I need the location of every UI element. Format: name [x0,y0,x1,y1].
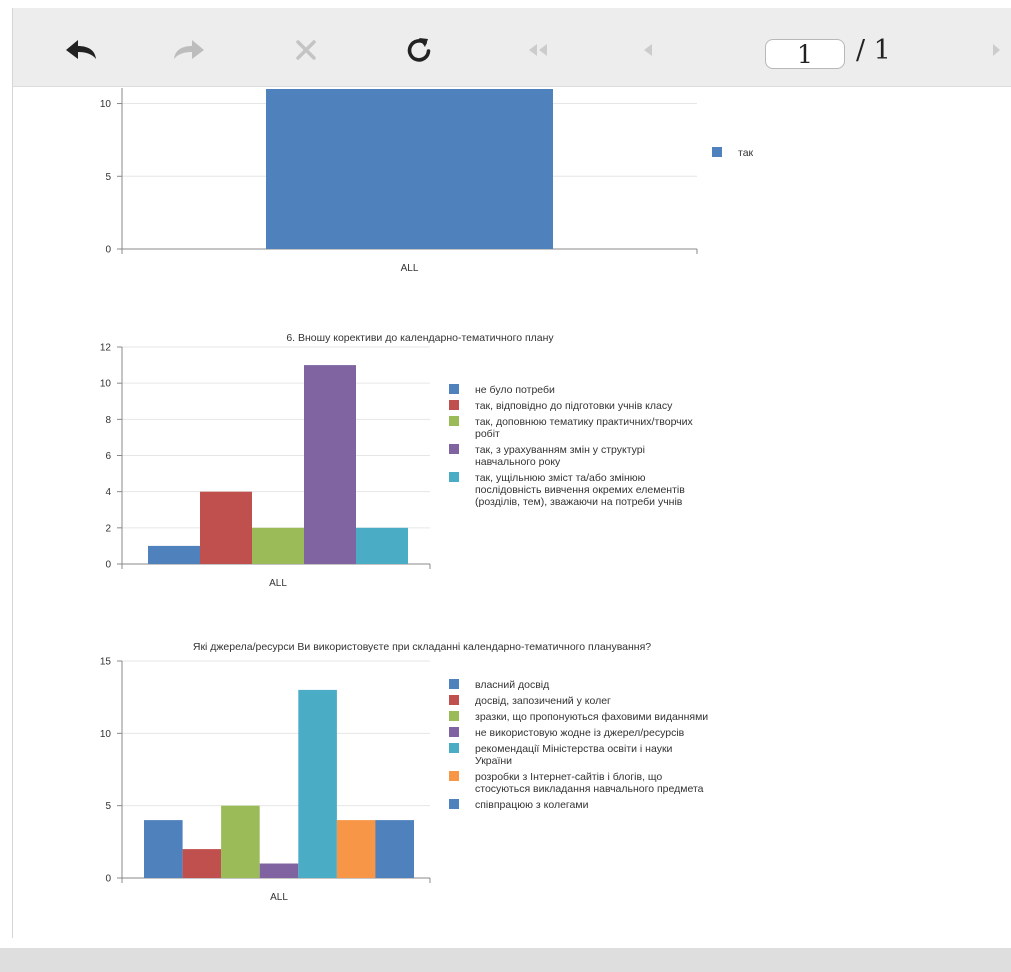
legend-item: співпрацюю з колегами [449,799,589,811]
legend-swatch [449,799,459,809]
chart-3: 0 5 10 15 ALL Які джерела/ресурси Ви використ… [100,641,708,903]
legend-label: досвід, запозичений у колег [475,695,611,707]
bar-2 [182,849,222,878]
legend-swatch [449,400,459,410]
legend-item: так [712,147,754,159]
legend-label: зразки, що пропонуються фаховими видання… [475,711,708,723]
legend-swatch [449,711,459,721]
bar-7 [375,820,414,878]
y-tick-label: 10 [100,729,112,740]
legend-swatch [449,472,459,482]
legend-swatch [712,147,722,157]
legend-label: розробки з Інтернет-сайтів і блогів, що с… [475,771,704,795]
chart-title: 6. Вношу корективи до календарно-тематич… [286,332,554,344]
bar-4 [259,863,299,878]
y-tick-label: 10 [100,99,112,110]
legend-label: так, з урахуванням змін у структурі навча… [475,444,645,468]
legend-label: не було потреби [475,384,555,396]
bar-2 [200,491,252,564]
legend-label: співпрацюю з колегами [475,799,589,811]
y-tick-label: 15 [100,657,112,668]
legend-label: так [738,147,754,159]
y-tick-label: 0 [105,560,111,571]
bar-1 [144,820,183,878]
y-tick-label: 2 [105,523,111,534]
legend-item: так, з урахуванням змін у структурі навча… [449,444,645,468]
y-tick-label: 10 [100,379,112,390]
legend-item: так, доповнюю тематику практичних/творчи… [449,416,694,440]
legend-swatch [449,695,459,705]
status-bar [0,948,1011,972]
bar-6 [336,820,376,878]
bar-1 [148,545,200,564]
legend-label: так, ущільнюю зміст та/або змінюю послідо… [475,472,685,508]
y-tick-label: 12 [100,343,112,354]
x-tick-label: ALL [401,263,419,274]
report-charts: 0 5 10 ALL так 0 2 4 6 8 10 12 ALL 6. Вношу корективи… [100,88,754,903]
legend-label: власний досвід [475,679,549,691]
legend-swatch [449,384,459,394]
bar-3 [252,527,304,564]
bar-3 [221,805,260,878]
legend-item: зразки, що пропонуються фаховими видання… [449,711,708,723]
legend-label: так, відповідно до підготовки учнів клас… [475,400,673,412]
legend-swatch [449,444,459,454]
x-tick-label: ALL [270,892,288,903]
legend-item: досвід, запозичений у колег [449,695,611,707]
bar-5 [298,689,337,878]
y-tick-label: 6 [105,451,111,462]
y-tick-label: 0 [105,874,111,885]
y-tick-label: 5 [105,172,111,183]
legend-item: розробки з Інтернет-сайтів і блогів, що с… [449,771,704,795]
legend-item: так, ущільнюю зміст та/або змінюю послідо… [449,472,685,508]
legend-label: рекомендації Міністерства освіти і науки… [475,743,673,767]
legend-item: не використовую жодне із джерел/ресурсів [449,727,685,739]
legend-swatch [449,679,459,689]
viewer-frame: / 1 0510ALLтак024681012ALL6. Вношу корек… [0,0,1011,972]
legend-item: власний досвід [449,679,549,691]
y-tick-label: 5 [105,801,111,812]
x-tick-label: ALL [269,578,287,589]
bar-4 [304,365,356,564]
legend-label: не використовую жодне із джерел/ресурсів [475,727,685,739]
chart-title: Які джерела/ресурси Ви використовуєте пр… [193,641,651,653]
legend-swatch [449,727,459,737]
y-tick-label: 0 [105,245,111,256]
legend-swatch [449,771,459,781]
y-tick-label: 4 [105,487,111,498]
legend-swatch [449,416,459,426]
y-tick-label: 8 [105,415,111,426]
legend-label: так, доповнюю тематику практичних/творчи… [475,416,694,440]
legend-item: рекомендації Міністерства освіти і науки… [449,743,673,767]
legend-item: не було потреби [449,384,555,396]
chart-1: 0 5 10 ALL так [100,88,754,274]
chart-2: 0 2 4 6 8 10 12 ALL 6. Вношу корективи до календ… [100,332,694,589]
legend-swatch [449,743,459,753]
bar-1 [266,89,553,249]
bar-5 [356,527,408,564]
legend-item: так, відповідно до підготовки учнів клас… [449,400,673,412]
